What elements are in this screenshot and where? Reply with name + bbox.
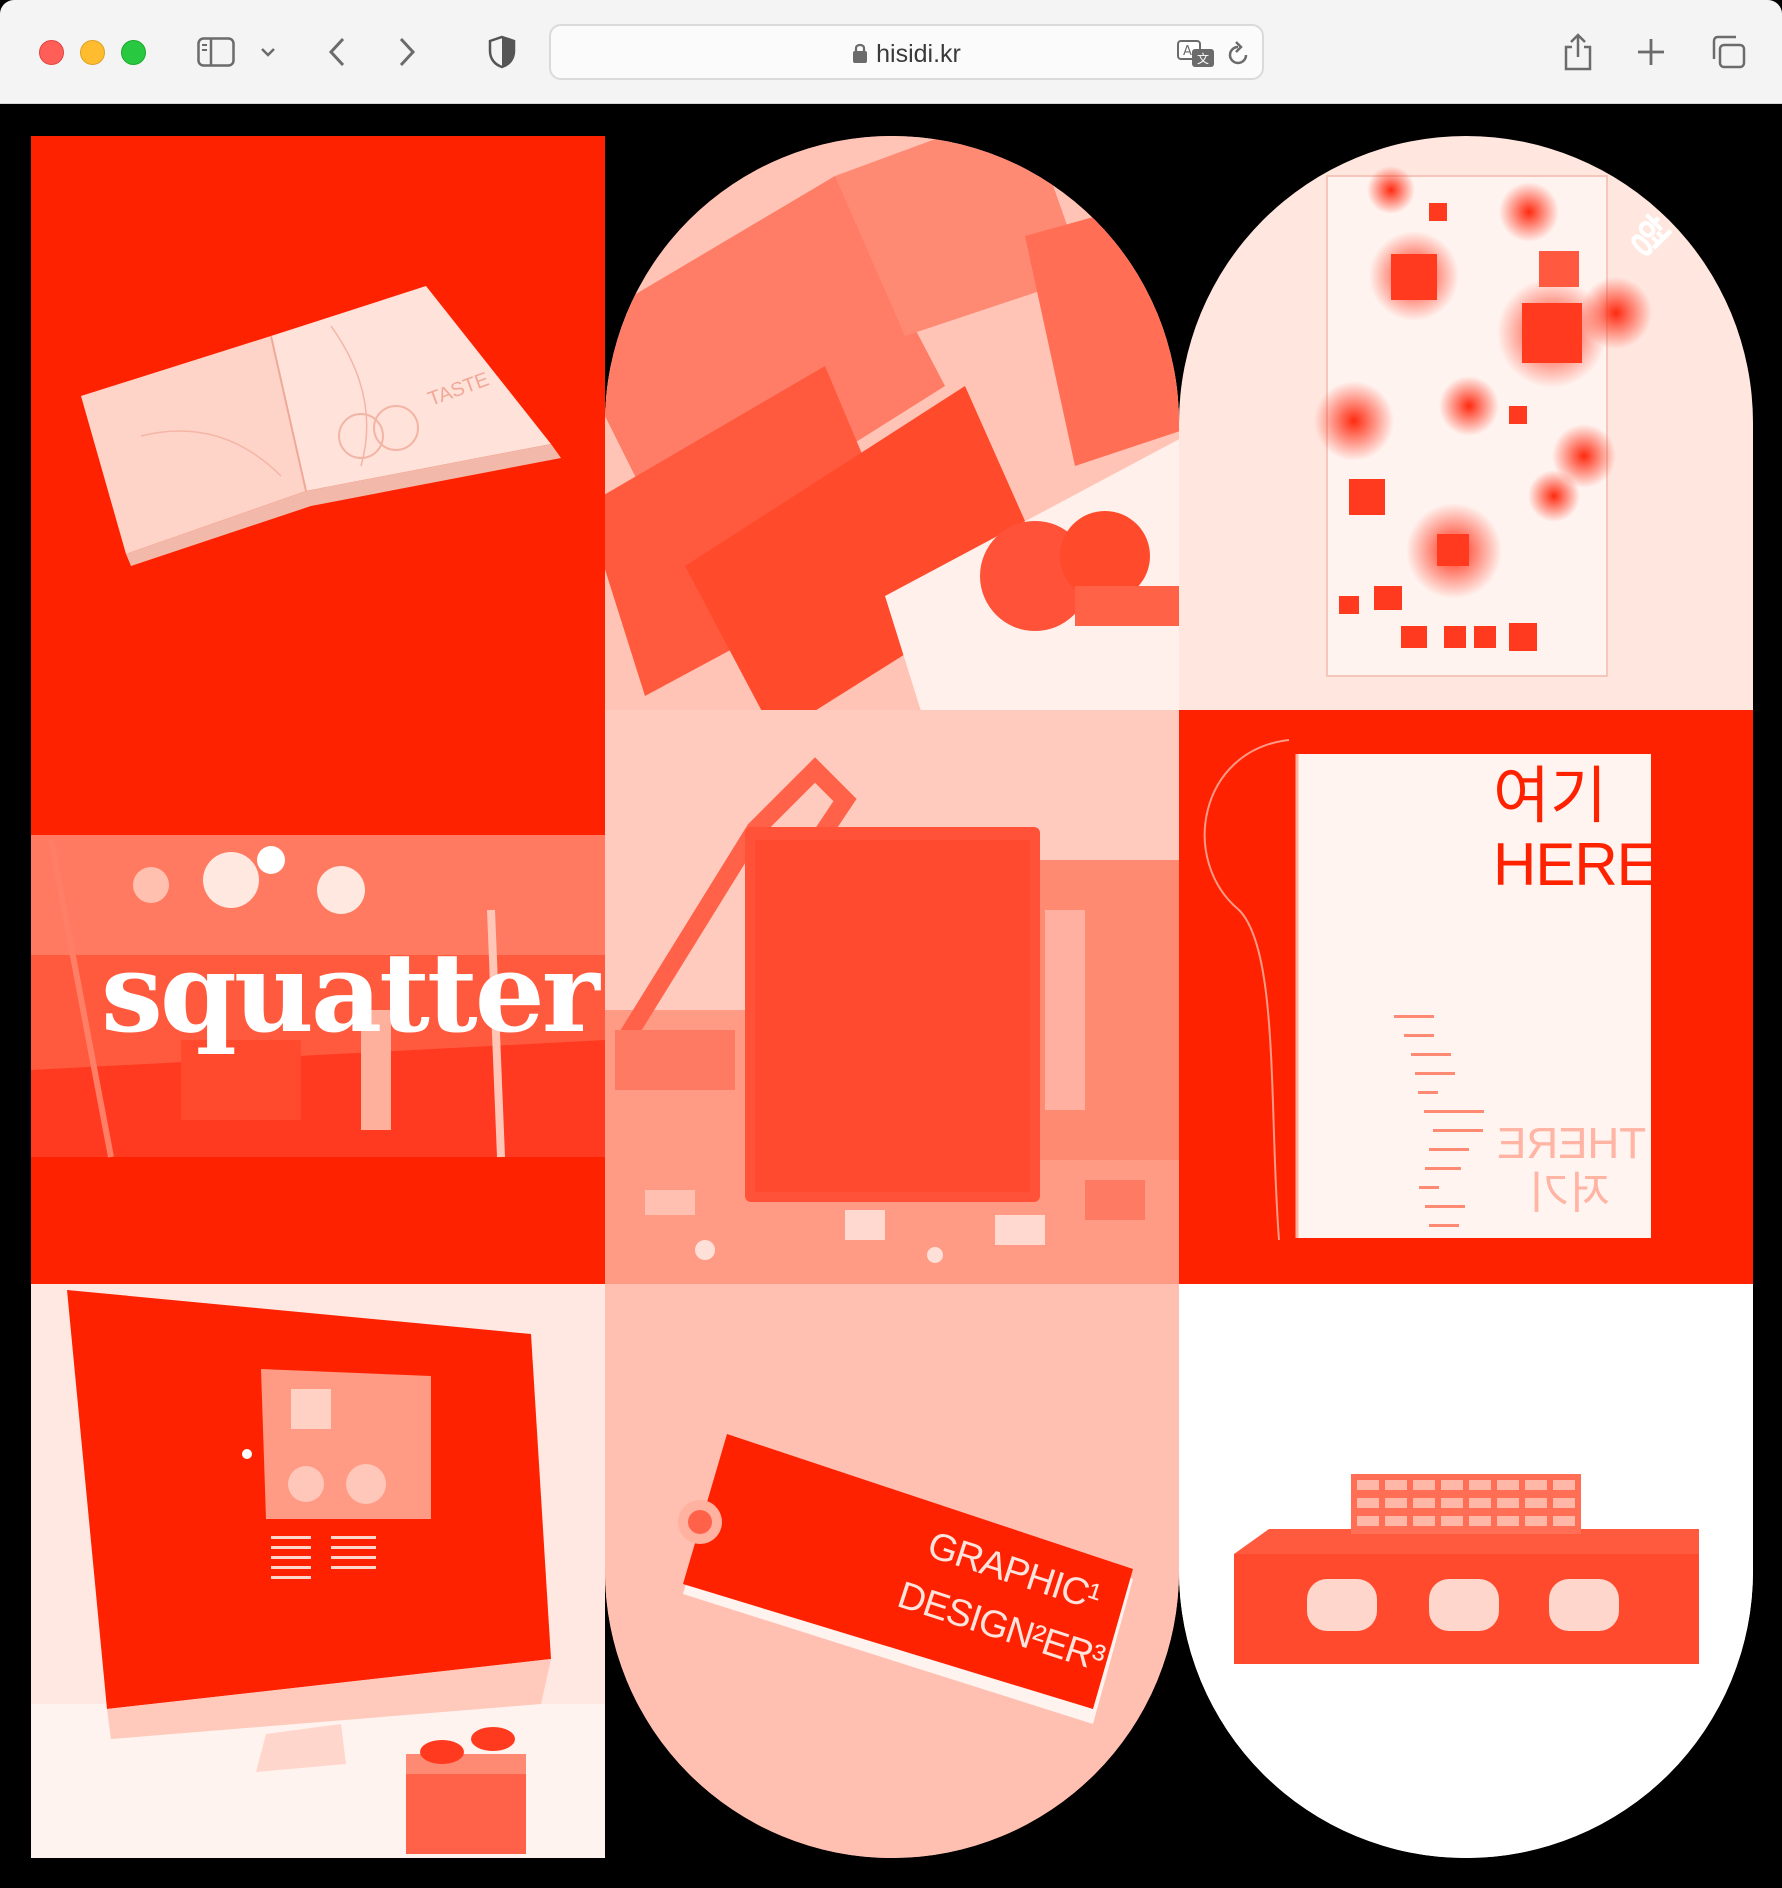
forward-icon[interactable] <box>392 30 422 74</box>
rubble-board-image <box>605 710 1179 1284</box>
tabs-overview-icon[interactable] <box>1708 30 1748 74</box>
project-tile-here-book[interactable]: 여기 HERE THERE 저기 <box>1179 710 1753 1284</box>
address-bar[interactable]: hisidi.kr A文 <box>549 24 1264 80</box>
card-deck-image <box>605 1284 1179 1858</box>
chevron-down-icon[interactable] <box>258 30 278 74</box>
nav-color-link[interactable]: 색상 <box>1658 1764 1752 1858</box>
address-url[interactable]: hisidi.kr <box>551 40 1262 69</box>
sidebar-icon[interactable] <box>194 30 238 74</box>
squatter-title: squatter <box>101 928 600 1057</box>
brick-swatch-image <box>1179 1284 1753 1858</box>
shield-icon[interactable] <box>486 30 518 74</box>
project-tile-book[interactable]: TASTE <box>31 136 605 710</box>
url-text: hisidi.kr <box>876 40 961 68</box>
close-window-button[interactable] <box>39 40 64 65</box>
project-tile-rubble[interactable] <box>605 710 1179 1284</box>
browser-window: hisidi.kr A文 TASTE 소개 100형 squatter 여기 H… <box>0 0 1782 1888</box>
project-tile-website[interactable] <box>31 1284 605 1858</box>
browser-toolbar: hisidi.kr A文 <box>0 0 1782 104</box>
back-icon[interactable] <box>322 30 352 74</box>
project-tile-graphic-designer[interactable]: GRAPHIC¹ DESIGN²ER³ 형상 <box>605 1284 1179 1858</box>
minimize-window-button[interactable] <box>80 40 105 65</box>
project-tile-100-poster[interactable]: 100형 <box>1179 136 1753 710</box>
photobook-image <box>605 136 1179 710</box>
zoom-window-button[interactable] <box>121 40 146 65</box>
lock-icon <box>852 42 868 64</box>
there-korean-title: 저기 <box>1529 1168 1610 1219</box>
here-korean-title: 여기 <box>1493 759 1608 832</box>
here-book-image <box>1203 739 1651 1241</box>
new-tab-icon[interactable] <box>1634 30 1668 74</box>
imac-website-image <box>31 1284 605 1858</box>
there-english-title: THERE <box>1497 1119 1647 1168</box>
project-tile-squatter[interactable]: squatter <box>31 710 605 1284</box>
reload-icon[interactable] <box>1221 32 1255 76</box>
svg-text:文: 文 <box>1197 51 1209 66</box>
project-tile-photobook[interactable]: 소개 <box>605 136 1179 710</box>
here-english-title: HERE <box>1493 831 1657 898</box>
share-icon[interactable] <box>1561 30 1595 74</box>
translate-icon[interactable]: A文 <box>1176 32 1216 76</box>
project-tile-color[interactable]: 색상 <box>1179 1284 1753 1858</box>
page-content: TASTE 소개 100형 squatter 여기 HERE THERE 저기 … <box>0 104 1782 1888</box>
book-mockup-image: TASTE <box>81 286 561 566</box>
svg-text:A: A <box>1183 44 1192 59</box>
